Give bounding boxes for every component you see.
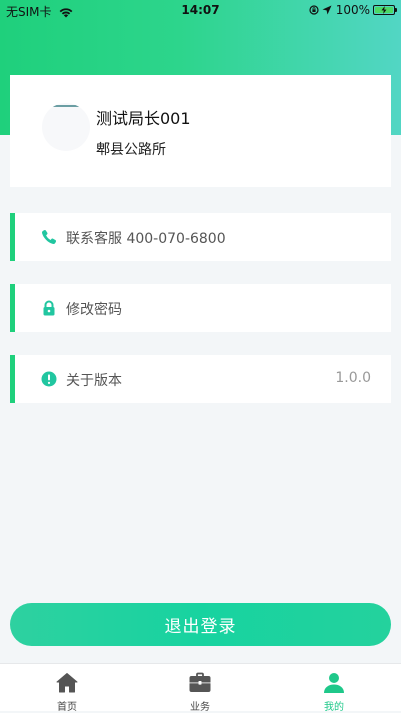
phone-icon (42, 229, 57, 244)
menu-item-label: 修改密码 (66, 302, 122, 318)
tab-bar: 首页 业务 我的 (0, 663, 401, 713)
avatar-placeholder-line (52, 105, 80, 107)
tab-mine[interactable]: 我的 (294, 664, 374, 713)
status-bar: 无SIM卡 14:07 100% (0, 0, 401, 22)
home-icon (56, 673, 78, 693)
version-number: 1.0.0 (335, 370, 371, 386)
menu-item-change-password[interactable]: 修改密码 (10, 284, 391, 332)
menu-item-about-version[interactable]: 关于版本 1.0.0 (10, 355, 391, 403)
info-icon (41, 371, 57, 387)
status-bar-right: 100% (309, 3, 397, 17)
menu-item-label: 联系客服 400-070-6800 (66, 231, 226, 247)
briefcase-icon (189, 672, 211, 692)
logout-button[interactable]: 退出登录 (10, 603, 391, 646)
profile-organization: 郫县公路所 (96, 142, 166, 158)
battery-percentage: 100% (335, 3, 370, 17)
tab-business[interactable]: 业务 (160, 664, 240, 713)
avatar (42, 103, 90, 151)
menu-item-contact-support[interactable]: 联系客服 400-070-6800 (10, 213, 391, 261)
battery-icon (373, 5, 397, 15)
menu-item-label: 关于版本 (66, 373, 122, 389)
profile-name: 测试局长001 (96, 109, 191, 128)
rotation-lock-icon (309, 5, 319, 15)
lock-icon (43, 300, 55, 316)
charging-bolt-icon (381, 6, 387, 14)
profile-card: 测试局长001 郫县公路所 (10, 75, 391, 187)
tab-home[interactable]: 首页 (27, 664, 107, 713)
location-arrow-icon (322, 5, 332, 15)
user-icon (324, 673, 344, 693)
